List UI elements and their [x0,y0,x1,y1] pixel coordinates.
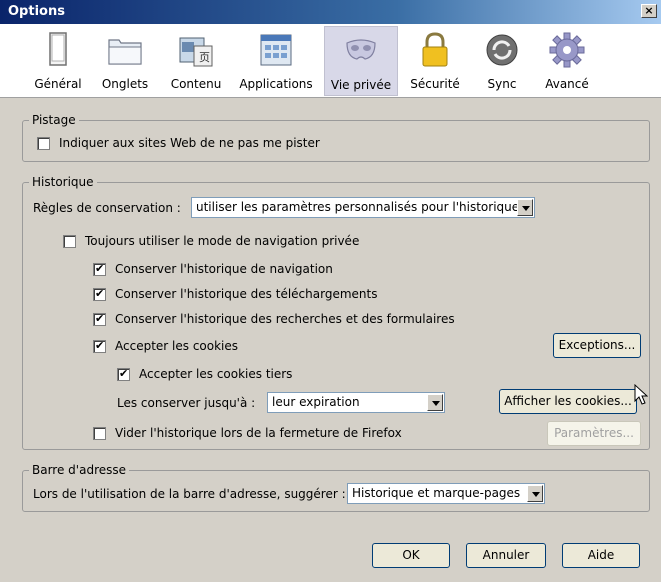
private-mode-label: Toujours utiliser le mode de navigation … [85,234,360,248]
tab-general-label: Général [34,77,82,91]
search-forms-history-checkbox[interactable] [93,312,106,326]
svg-text:页: 页 [199,51,210,64]
address-bar-group: Barre d'adresse Lors de l'utilisation de… [22,463,650,512]
tab-content-label: Contenu [170,77,222,91]
help-button[interactable]: Aide [562,543,640,568]
tab-privacy[interactable]: Vie privée [324,26,398,96]
downloads-history-checkbox[interactable] [93,287,106,301]
rules-label: Règles de conservation : [33,201,181,215]
applications-icon [260,34,292,66]
sync-icon [486,34,518,66]
history-group: Historique Règles de conservation : util… [22,175,650,450]
keep-until-value: leur expiration [272,395,360,409]
downloads-history-label: Conserver l'historique des téléchargemen… [115,287,378,301]
tracking-group: Pistage Indiquer aux sites Web de ne pas… [22,113,650,162]
mouse-pointer-icon [634,384,648,405]
address-bar-legend: Barre d'adresse [29,463,130,477]
chevron-down-icon[interactable] [427,394,443,411]
history-legend: Historique [29,175,97,189]
cancel-button[interactable]: Annuler [466,543,546,568]
ok-button[interactable]: OK [372,543,450,568]
settings-button[interactable]: Paramètres... [547,421,641,446]
tracking-legend: Pistage [29,113,79,127]
gear-icon [549,32,585,68]
chevron-down-icon[interactable] [517,199,533,216]
do-not-track-checkbox[interactable] [37,137,50,150]
privacy-mask-icon [346,39,376,60]
clear-on-close-checkbox[interactable] [93,427,106,440]
keep-until-select[interactable]: leur expiration [267,392,445,413]
suggest-value: Historique et marque-pages [352,486,521,500]
tab-content[interactable]: 页 Contenu [162,26,230,96]
do-not-track-label: Indiquer aux sites Web de ne pas me pist… [59,136,320,150]
show-cookies-button[interactable]: Afficher les cookies... [499,389,637,414]
tabs-icon [108,39,142,65]
exceptions-button[interactable]: Exceptions... [553,333,641,358]
rules-value: utiliser les paramètres personnalisés po… [196,200,520,214]
suggest-select[interactable]: Historique et marque-pages [347,483,545,504]
options-window: Options × Général Onglets 页 Contenu Appl… [0,0,661,582]
tab-security[interactable]: Sécurité [404,26,466,96]
close-button[interactable]: × [641,4,657,18]
third-party-cookies-checkbox[interactable] [117,367,130,381]
accept-cookies-checkbox[interactable] [93,339,106,353]
tab-applications-label: Applications [239,77,313,91]
window-title: Options [8,4,65,19]
clear-on-close-label: Vider l'historique lors de la fermeture … [115,426,402,440]
chevron-down-icon[interactable] [527,485,543,502]
tab-tabs[interactable]: Onglets [94,26,156,96]
rules-select[interactable]: utiliser les paramètres personnalisés po… [191,197,535,218]
lock-icon [422,32,448,67]
accept-cookies-label: Accepter les cookies [115,339,239,353]
tab-tabs-label: Onglets [101,77,149,91]
search-forms-history-label: Conserver l'historique des recherches et… [115,312,455,326]
general-icon [49,32,67,66]
nav-history-checkbox[interactable] [93,262,106,276]
third-party-cookies-label: Accepter les cookies tiers [139,367,293,381]
tab-sync-label: Sync [487,77,517,91]
title-bar[interactable]: Options × [0,0,661,24]
tab-advanced[interactable]: Avancé [534,26,600,96]
content-icon: 页 [179,37,213,67]
suggest-label: Lors de l'utilisation de la barre d'adre… [33,487,346,501]
tab-general[interactable]: Général [26,26,90,96]
options-toolbar: Général Onglets 页 Contenu Applications V… [0,24,661,98]
tab-sync[interactable]: Sync [476,26,528,96]
tab-applications[interactable]: Applications [234,26,318,96]
private-mode-checkbox[interactable] [63,235,76,248]
keep-until-label: Les conserver jusqu'à : [117,396,256,410]
tab-advanced-label: Avancé [545,77,589,91]
tab-security-label: Sécurité [410,77,460,91]
nav-history-label: Conserver l'historique de navigation [115,262,333,276]
tab-privacy-label: Vie privée [330,78,392,92]
